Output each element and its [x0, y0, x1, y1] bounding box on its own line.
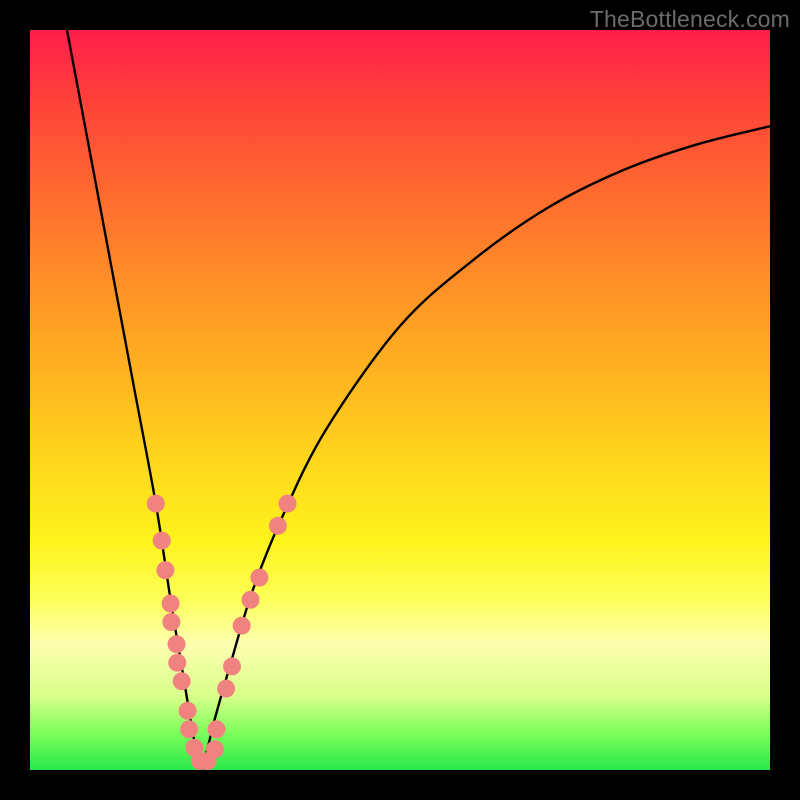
marker-point: [180, 720, 198, 738]
marker-point: [279, 495, 297, 513]
marker-point: [250, 569, 268, 587]
marker-point: [162, 595, 180, 613]
marker-point: [153, 532, 171, 550]
watermark-text: TheBottleneck.com: [590, 6, 790, 33]
marker-point: [217, 680, 235, 698]
marker-point: [168, 635, 186, 653]
marker-point: [242, 591, 260, 609]
chart-svg: [30, 30, 770, 770]
marker-point: [173, 672, 191, 690]
marker-point: [206, 740, 224, 758]
chart-frame: TheBottleneck.com: [0, 0, 800, 800]
marker-point: [223, 657, 241, 675]
marker-point: [168, 654, 186, 672]
marker-point: [156, 561, 174, 579]
marker-point: [207, 720, 225, 738]
marker-point: [179, 702, 197, 720]
marker-point: [269, 517, 287, 535]
plot-area: [30, 30, 770, 770]
marker-point: [233, 617, 251, 635]
marker-point: [162, 613, 180, 631]
marker-point: [147, 495, 165, 513]
